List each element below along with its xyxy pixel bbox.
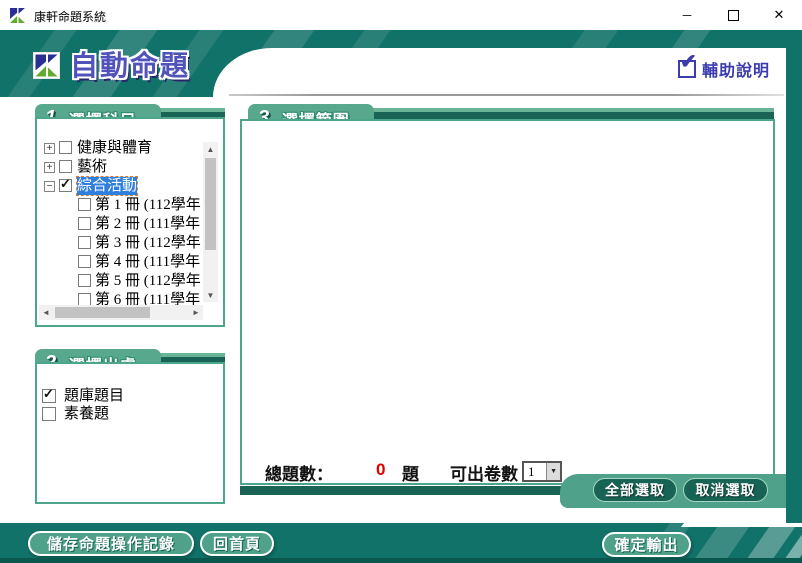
check-icon: ✓: [43, 387, 54, 400]
scroll-left-icon[interactable]: ◄: [39, 305, 53, 320]
expand-plus-icon[interactable]: +: [44, 143, 55, 154]
scroll-right-icon[interactable]: ►: [189, 305, 203, 320]
help-label: 輔助說明: [702, 57, 770, 81]
titlebar: 康軒命題系統 ─ ✕: [0, 0, 802, 30]
tree-item-label[interactable]: 健康與體育: [77, 139, 152, 157]
minimize-icon: ─: [683, 8, 692, 22]
home-label: 回首頁: [213, 533, 261, 554]
deselect-button[interactable]: 取消選取: [683, 478, 768, 502]
tree-item-label[interactable]: 藝術: [77, 158, 107, 176]
tree-checkbox[interactable]: [78, 217, 91, 230]
option-checkbox[interactable]: [42, 407, 56, 421]
app-window: 康軒命題系統 ─ ✕ 自動命題 ✔ 輔助說明: [0, 0, 802, 563]
tree-row: 第 1 冊 (112學年: [37, 196, 203, 215]
vertical-scroll-thumb[interactable]: [205, 158, 216, 250]
combo-dropdown-button[interactable]: ▼: [546, 463, 560, 480]
footer-bottom-line: [0, 558, 802, 563]
scroll-down-icon[interactable]: ▼: [203, 288, 218, 302]
horizontal-scroll-thumb[interactable]: [55, 307, 150, 318]
select-all-label: 全部選取: [605, 480, 665, 500]
tree-row: 第 2 冊 (111學年: [37, 215, 203, 234]
help-check-icon: ✔: [680, 52, 697, 72]
subject-tree: +健康與體育+藝術−✓綜合活動第 1 冊 (112學年第 2 冊 (111學年第…: [37, 139, 203, 305]
select-all-button[interactable]: 全部選取: [593, 478, 677, 502]
close-icon: ✕: [774, 7, 785, 23]
source-panel: [35, 362, 225, 504]
tree-item-label[interactable]: 第 5 冊 (112學年: [95, 272, 201, 290]
tree-item-label[interactable]: 綜合活動: [77, 177, 137, 195]
maximize-button[interactable]: [710, 0, 756, 30]
option-label[interactable]: 素養題: [64, 405, 109, 423]
tree-row: + 藝術: [37, 158, 203, 177]
tree-row: 第 3 冊 (112學年: [37, 234, 203, 253]
tree-row: 第 4 冊 (111學年: [37, 253, 203, 272]
header-divider: [229, 94, 784, 96]
close-button[interactable]: ✕: [756, 0, 802, 30]
help-checkbox-icon: ✔: [678, 60, 696, 78]
expand-plus-icon[interactable]: +: [44, 162, 55, 173]
source-option-row: 素養題: [42, 405, 212, 423]
minimize-button[interactable]: ─: [664, 0, 710, 30]
paper-count-select[interactable]: 1 ▼: [522, 461, 562, 482]
tree-row: 第 6 冊 (111學年: [37, 291, 203, 305]
tree-row: 第 5 冊 (112學年: [37, 272, 203, 291]
tree-item-label[interactable]: 第 1 冊 (112學年: [95, 196, 201, 214]
confirm-output-label: 確定輸出: [614, 534, 678, 555]
tree-item-label[interactable]: 第 2 冊 (111學年: [95, 215, 200, 233]
window-title: 康軒命題系統: [34, 8, 106, 25]
tree-item-label[interactable]: 第 3 冊 (112學年: [95, 234, 201, 252]
help-link[interactable]: ✔ 輔助說明: [678, 57, 770, 81]
tree-checkbox[interactable]: [78, 255, 91, 268]
tree-checkbox[interactable]: ✓: [59, 179, 72, 192]
footer: 儲存命題操作記錄 回首頁 確定輸出: [0, 523, 802, 563]
questions-unit-label: 題: [402, 460, 419, 485]
option-checkbox[interactable]: ✓: [42, 389, 56, 403]
save-record-label: 儲存命題操作記錄: [47, 533, 175, 554]
deselect-label: 取消選取: [696, 480, 756, 500]
confirm-output-button[interactable]: 確定輸出: [602, 532, 691, 557]
total-questions-value: 0: [376, 460, 385, 480]
tree-item-label[interactable]: 第 6 冊 (111學年: [95, 291, 200, 305]
tree-vertical-scrollbar[interactable]: ▲ ▼: [203, 142, 218, 302]
source-option-row: ✓ 題庫題目: [42, 387, 212, 405]
tree-row: −✓ 綜合活動: [37, 177, 203, 196]
tree-checkbox[interactable]: [59, 160, 72, 173]
maximize-icon: [728, 10, 739, 21]
page-title: 自動命題: [70, 44, 190, 84]
tree-checkbox[interactable]: [78, 293, 91, 305]
header: 自動命題 ✔ 輔助說明: [0, 30, 802, 97]
tree-checkbox[interactable]: [59, 141, 72, 154]
save-record-button[interactable]: 儲存命題操作記錄: [28, 531, 194, 556]
check-icon: ✓: [60, 177, 71, 190]
paper-count-value: 1: [524, 463, 546, 480]
tree-row: + 健康與體育: [37, 139, 203, 158]
tree-checkbox[interactable]: [78, 274, 91, 287]
tree-checkbox[interactable]: [78, 198, 91, 211]
tree-item-label[interactable]: 第 4 冊 (111學年: [95, 253, 200, 271]
chevron-down-icon: ▼: [550, 468, 557, 475]
app-logo-icon-large: [33, 52, 60, 79]
collapse-minus-icon[interactable]: −: [44, 181, 55, 192]
header-white-band: ✔ 輔助說明: [213, 48, 786, 97]
tree-checkbox[interactable]: [78, 236, 91, 249]
paper-count-label: 可出卷數: [450, 460, 518, 485]
app-logo-icon: [9, 7, 26, 24]
range-panel: [240, 119, 775, 485]
option-label[interactable]: 題庫題目: [64, 387, 124, 405]
scroll-up-icon[interactable]: ▲: [203, 142, 218, 156]
tree-horizontal-scrollbar[interactable]: ◄ ►: [39, 305, 203, 320]
total-questions-label: 總題數：: [265, 460, 333, 485]
home-button[interactable]: 回首頁: [200, 531, 274, 556]
